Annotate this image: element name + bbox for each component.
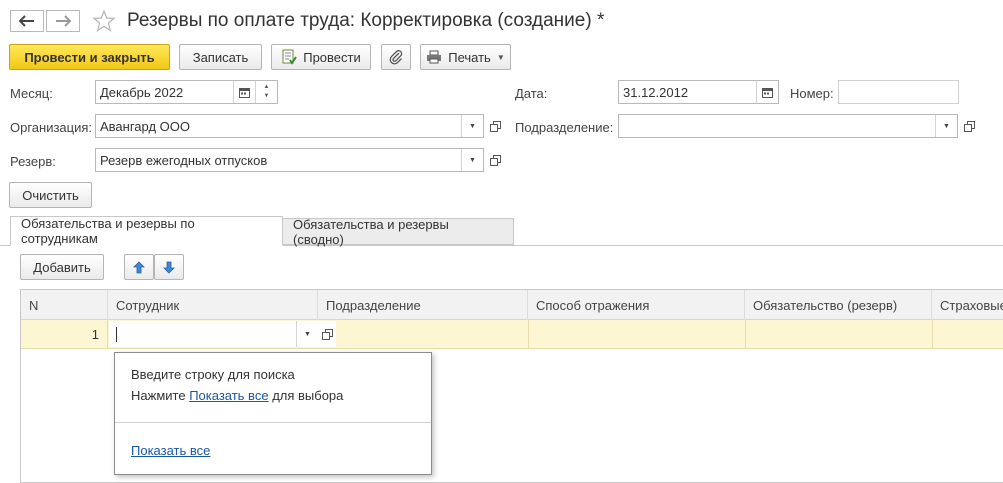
- number-label: Номер:: [790, 86, 834, 101]
- department-field[interactable]: ▼: [618, 114, 958, 138]
- print-button-label: Печать: [448, 49, 491, 65]
- arrow-right-icon: [56, 15, 71, 27]
- open-icon[interactable]: [486, 115, 504, 137]
- back-button[interactable]: [10, 10, 44, 32]
- date-field[interactable]: 31.12.2012: [618, 80, 779, 104]
- post-button-label: Провести: [303, 49, 361, 65]
- arrow-left-icon: [19, 15, 34, 27]
- favorite-star-icon[interactable]: [92, 9, 116, 33]
- dropdown-arrow-icon[interactable]: ▼: [935, 115, 957, 137]
- reserve-label: Резерв:: [10, 154, 56, 169]
- calendar-icon[interactable]: [756, 81, 778, 103]
- show-all-link[interactable]: Показать все: [131, 443, 210, 458]
- month-value: Декабрь 2022: [100, 84, 184, 100]
- dropdown-hint-line2: Нажмите Показать все для выбора: [131, 388, 343, 403]
- column-header-method[interactable]: Способ отражения: [528, 290, 745, 320]
- column-header-insurance[interactable]: Страховые: [932, 290, 1003, 320]
- arrow-up-icon: [133, 260, 145, 273]
- row-number: 1: [21, 320, 108, 348]
- move-down-button[interactable]: [154, 254, 184, 280]
- month-label: Месяц:: [10, 86, 53, 101]
- forward-button[interactable]: [46, 10, 80, 32]
- table-header: N Сотрудник Подразделение Способ отражен…: [21, 290, 1003, 320]
- column-header-employee[interactable]: Сотрудник: [108, 290, 318, 320]
- tab-employees[interactable]: Обязательства и резервы по сотрудникам: [10, 216, 283, 246]
- table-row[interactable]: 1 ▼: [21, 320, 1003, 349]
- calendar-icon[interactable]: [233, 81, 255, 103]
- dropdown-arrow-icon[interactable]: ▼: [297, 321, 318, 347]
- spin-up-icon[interactable]: ▲: [264, 83, 270, 92]
- window-title: Резервы по оплате труда: Корректировка (…: [127, 10, 605, 31]
- tab-employees-label: Обязательства и резервы по сотрудникам: [21, 216, 195, 246]
- dropdown-hint-suffix: для выбора: [272, 388, 344, 403]
- date-label: Дата:: [515, 86, 548, 101]
- post-document-icon: [282, 49, 298, 65]
- reserve-field[interactable]: Резерв ежегодных отпусков ▼: [95, 148, 484, 172]
- column-divider: [745, 320, 746, 348]
- post-button[interactable]: Провести: [271, 44, 371, 70]
- organization-value: Авангард ООО: [100, 118, 190, 134]
- paperclip-icon: [389, 50, 403, 65]
- dropdown-arrow-icon[interactable]: ▼: [461, 115, 483, 137]
- printer-icon: [427, 50, 442, 64]
- save-button[interactable]: Записать: [179, 44, 262, 70]
- column-divider: [528, 320, 529, 348]
- employee-input[interactable]: [109, 321, 297, 347]
- search-dropdown: Введите строку для поиска Нажмите Показа…: [114, 352, 432, 475]
- tab-summary-label: Обязательства и резервы (сводно): [293, 216, 449, 247]
- month-spin[interactable]: ▲ ▼: [255, 81, 277, 103]
- post-and-close-button[interactable]: Провести и закрыть: [9, 44, 170, 70]
- organization-field[interactable]: Авангард ООО ▼: [95, 114, 484, 138]
- open-icon[interactable]: [960, 115, 978, 137]
- open-icon[interactable]: [318, 321, 336, 347]
- column-header-obligation[interactable]: Обязательство (резерв): [745, 290, 932, 320]
- dropdown-divider: [115, 422, 431, 423]
- dropdown-hint-prefix: Нажмите: [131, 388, 186, 403]
- column-header-n[interactable]: N: [21, 290, 108, 320]
- open-icon[interactable]: [486, 149, 504, 171]
- reserve-value: Резерв ежегодных отпусков: [100, 152, 268, 168]
- number-field[interactable]: [838, 80, 959, 104]
- tab-summary[interactable]: Обязательства и резервы (сводно): [283, 216, 514, 247]
- organization-label: Организация:: [10, 120, 93, 135]
- clear-button[interactable]: Очистить: [9, 182, 92, 208]
- column-header-department[interactable]: Подразделение: [318, 290, 528, 320]
- dropdown-hint: Введите строку для поиска: [131, 367, 295, 382]
- month-field[interactable]: Декабрь 2022 ▲ ▼: [95, 80, 278, 104]
- date-value: 31.12.2012: [623, 84, 689, 100]
- add-row-button[interactable]: Добавить: [20, 254, 104, 280]
- column-divider: [932, 320, 933, 348]
- dropdown-arrow-icon[interactable]: ▼: [461, 149, 483, 171]
- arrow-down-icon: [163, 261, 175, 274]
- text-cursor: [116, 326, 117, 342]
- department-label: Подразделение:: [515, 120, 614, 135]
- print-button[interactable]: Печать ▼: [420, 44, 511, 70]
- move-up-button[interactable]: [124, 254, 154, 280]
- spin-down-icon[interactable]: ▼: [264, 92, 270, 101]
- chevron-down-icon: ▼: [496, 52, 505, 62]
- show-all-inline-link[interactable]: Показать все: [189, 388, 268, 403]
- attach-button[interactable]: [381, 44, 411, 70]
